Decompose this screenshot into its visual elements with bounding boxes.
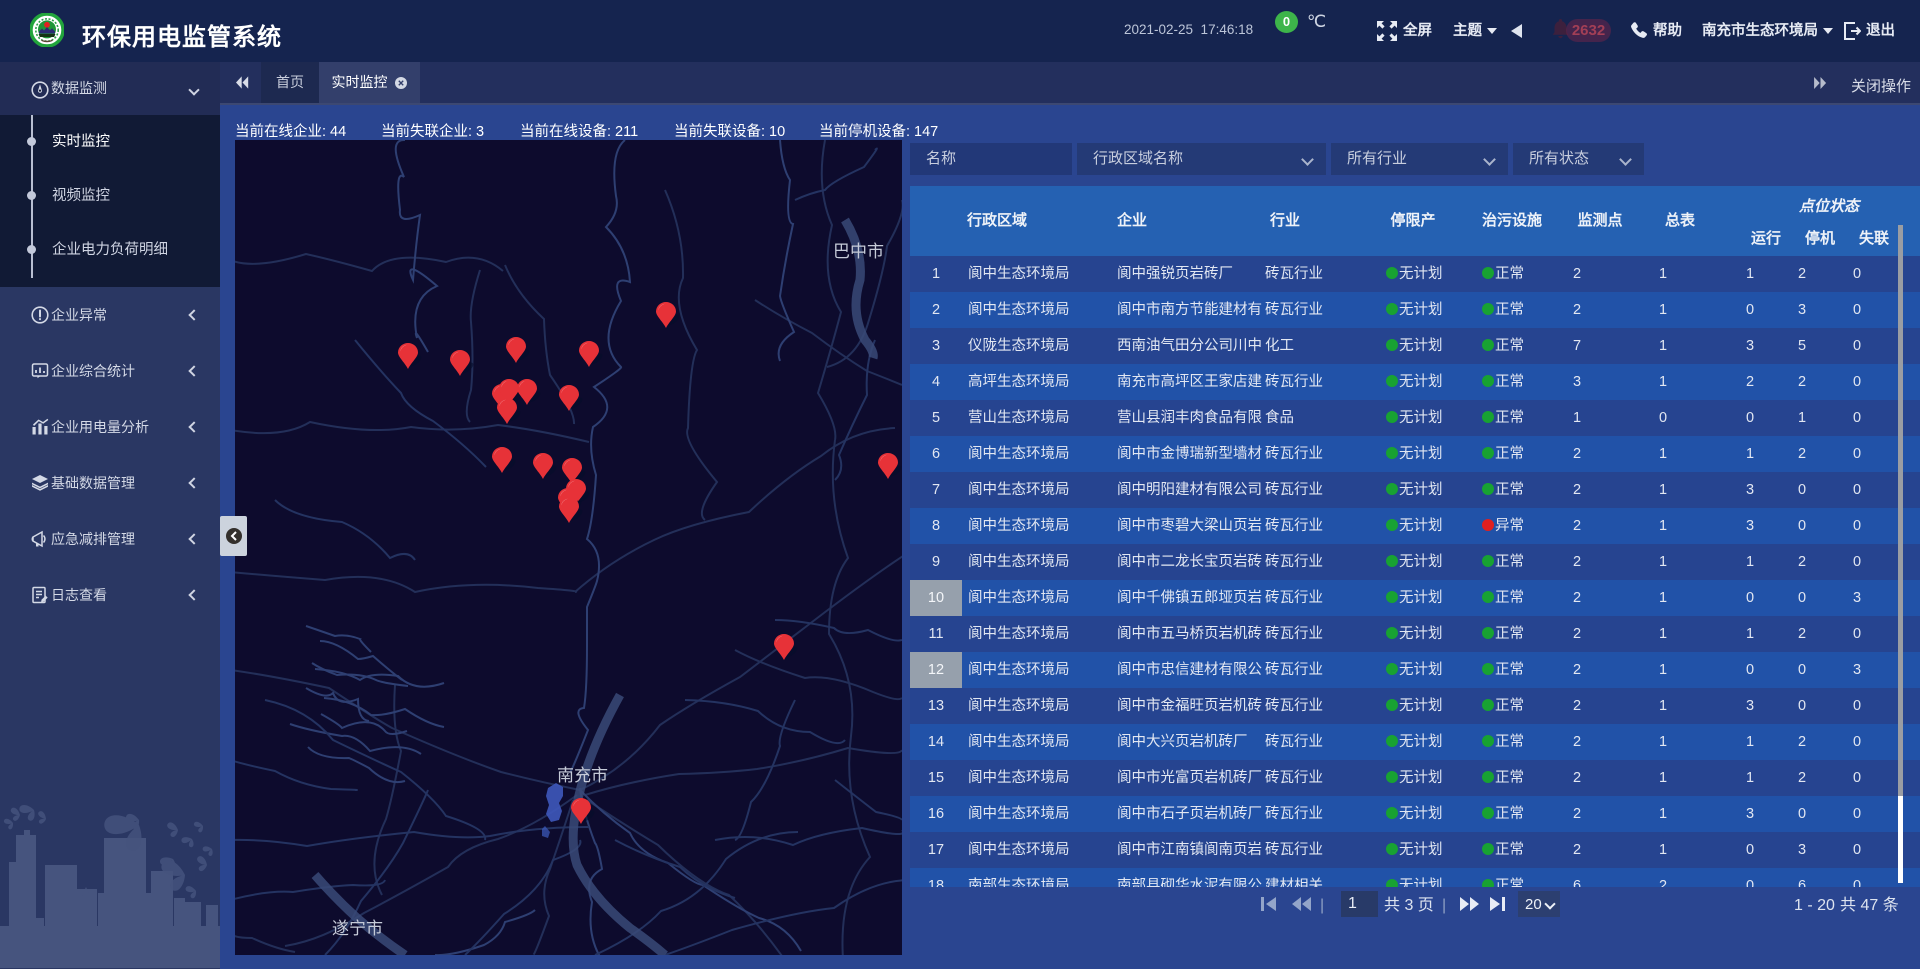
svg-text:巴中市: 巴中市	[833, 242, 884, 261]
svg-text:南充市: 南充市	[557, 766, 608, 785]
svg-text:遂宁市: 遂宁市	[332, 919, 383, 938]
